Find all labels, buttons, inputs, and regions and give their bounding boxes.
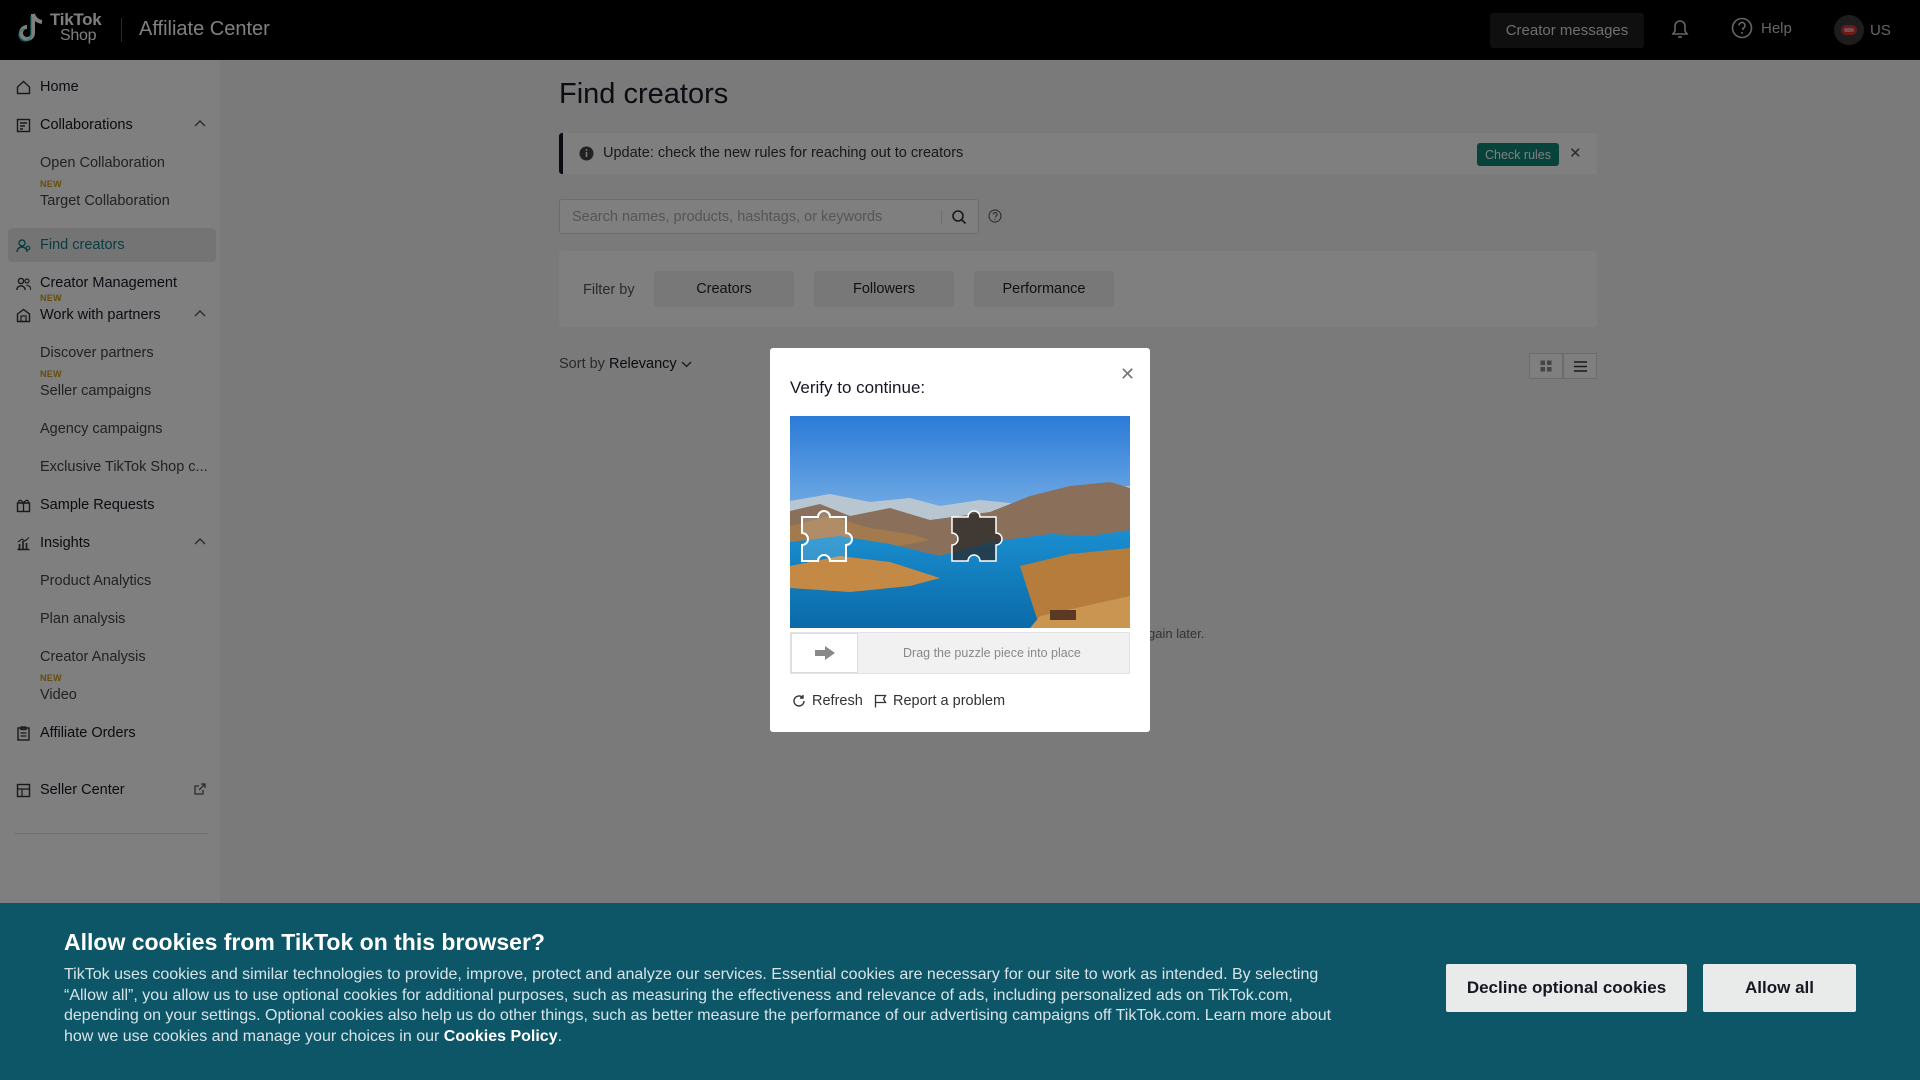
captcha-slider-track[interactable]: Drag the puzzle piece into place — [790, 632, 1130, 674]
captcha-slider-handle[interactable] — [791, 633, 858, 673]
close-icon[interactable]: ✕ — [1120, 364, 1135, 385]
report-problem-button[interactable]: Report a problem — [874, 693, 1005, 709]
arrow-right-icon — [814, 646, 835, 660]
captcha-puzzle-image — [790, 416, 1130, 628]
flag-icon — [874, 694, 887, 708]
allow-all-cookies-button[interactable]: Allow all — [1703, 964, 1856, 1012]
cookie-banner: Allow cookies from TikTok on this browse… — [0, 903, 1920, 1080]
captcha-title: Verify to continue: — [790, 378, 926, 397]
landscape-image — [790, 416, 1130, 628]
captcha-drag-hint: Drag the puzzle piece into place — [903, 646, 1081, 660]
cookie-body: TikTok uses cookies and similar technolo… — [64, 965, 1364, 1047]
cookie-body-end: . — [557, 1027, 563, 1045]
cookies-policy-link[interactable]: Cookies Policy — [444, 1028, 558, 1045]
refresh-label: Refresh — [812, 693, 863, 709]
decline-optional-cookies-button[interactable]: Decline optional cookies — [1446, 964, 1687, 1012]
refresh-icon — [793, 695, 805, 707]
refresh-button[interactable]: Refresh — [792, 693, 863, 709]
captcha-modal: ✕ Verify to continue: Drag the puzzle pi… — [770, 348, 1150, 732]
report-problem-label: Report a problem — [893, 693, 1006, 709]
cookie-title: Allow cookies from TikTok on this browse… — [64, 929, 545, 955]
cookie-body-text: TikTok uses cookies and similar technolo… — [64, 966, 1332, 1045]
